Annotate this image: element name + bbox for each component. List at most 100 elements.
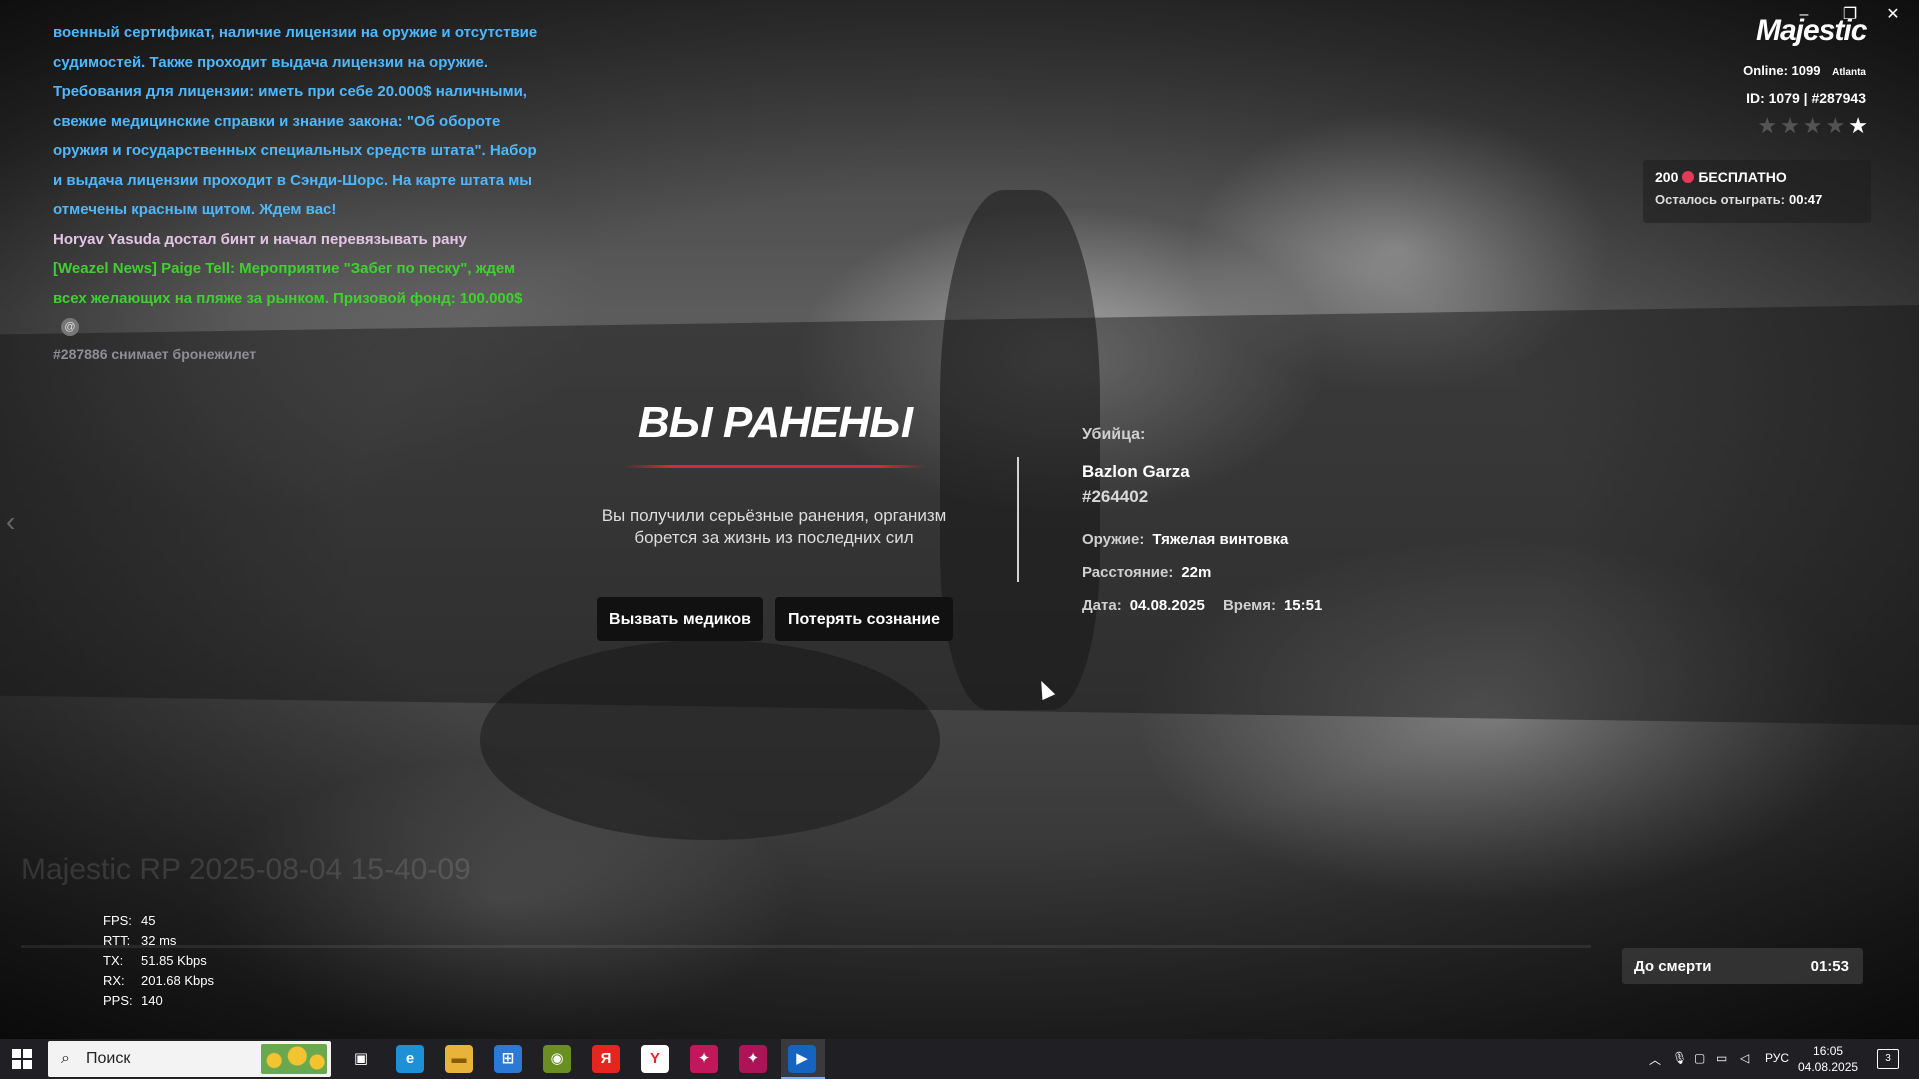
chat-line: свежие медицинские справки и знание зако… <box>53 112 501 130</box>
killer-label: Убийца: <box>1082 426 1146 443</box>
stat-key: PPS: <box>103 993 133 1008</box>
killer-name: Bazlon Garza <box>1082 462 1190 481</box>
taskbar-clock[interactable]: 16:05 04.08.2025 <box>1798 1043 1858 1075</box>
taskbar-launcher-icon[interactable]: ▶ <box>788 1045 816 1073</box>
online-label: Online: <box>1743 63 1788 78</box>
killer-weapon: Оружие: Тяжелая винтовка <box>1082 531 1288 548</box>
volume-icon[interactable]: ◁ <box>1740 1051 1749 1065</box>
chat-line: Horyav Yasuda достал бинт и начал перевя… <box>53 230 467 248</box>
stat-value: 51.85 Kbps <box>141 953 207 968</box>
chat-log: военный сертификат, наличие лицензии на … <box>53 18 538 313</box>
chat-line: и выдача лицензии проходит в Сэнди-Шорс.… <box>53 171 533 189</box>
online-value: 1099 <box>1791 63 1821 78</box>
chat-input-icon[interactable]: @ <box>61 318 79 336</box>
panel-divider <box>1017 457 1019 582</box>
close-button[interactable]: ✕ <box>1873 0 1913 30</box>
stat-row: RX: 201.68 Kbps <box>103 971 214 991</box>
stat-key: FPS: <box>103 913 132 928</box>
taskbar-edge-icon[interactable]: e <box>396 1045 424 1073</box>
time-label: Время: <box>1222 597 1276 614</box>
majestic-logo: Majestic <box>1756 14 1867 47</box>
tray-chevron-icon[interactable]: ︿ <box>1649 1051 1661 1068</box>
lose-consciousness-button[interactable]: Потерять сознание <box>775 597 953 641</box>
date-value: 04.08.2025 <box>1129 597 1205 614</box>
stat-row: PPS: 140 <box>103 991 214 1011</box>
windows-start-icon[interactable] <box>12 1049 32 1069</box>
search-placeholder: Поиск <box>86 1050 131 1067</box>
stat-key: TX: <box>103 953 124 968</box>
date-label: Дата: <box>1082 597 1122 614</box>
recording-name: Majestic RP 2025-08-04 15-40-09 <box>21 853 471 886</box>
taskbar-store-icon[interactable]: ⊞ <box>494 1045 522 1073</box>
stat-row: TX: 51.85 Kbps <box>103 951 214 971</box>
stat-key: RTT: <box>103 933 131 948</box>
wanted-star-icon: ★ <box>1780 113 1803 138</box>
promo-panel: 200 БЕСПЛАТНО Осталось отыграть: 00:47 <box>1643 160 1871 223</box>
taskbar-yandex-browser-icon[interactable]: Y <box>641 1045 669 1073</box>
taskbar-game-app-2-icon[interactable]: ✦ <box>739 1045 767 1073</box>
promo-remaining-label: Осталось отыграть: <box>1655 192 1785 207</box>
stat-value: 201.68 Kbps <box>141 973 215 988</box>
promo-remaining: Осталось отыграть: 00:47 <box>1655 192 1822 207</box>
wanted-star-icon: ★ <box>1848 113 1871 138</box>
windows-taskbar: ⌕ Поиск ▣ e ▬ ⊞ ◉ Я Y ✦ ✦ ▶ ︿ 🎙 ▢ ▭ ◁ РУС 16:05 0… <box>0 1039 1919 1079</box>
injury-title: ВЫ РАНЕНЫ <box>637 398 913 447</box>
injury-description: Вы получили серьёзные ранения, организм … <box>601 506 947 547</box>
taskbar-game-app-1-icon[interactable]: ✦ <box>690 1045 718 1073</box>
server-online: Online: 1099 Atlanta <box>1743 63 1866 78</box>
taskbar-yandex-icon[interactable]: Я <box>592 1045 620 1073</box>
search-icon: ⌕ <box>61 1050 70 1067</box>
killer-id: #264402 <box>1082 487 1149 506</box>
wanted-star-icon: ★ <box>1757 113 1781 138</box>
chat-line-gray: #287886 снимает бронежилет <box>53 346 257 362</box>
taskbar-task-view-icon[interactable]: ▣ <box>347 1045 375 1073</box>
recording-progress[interactable] <box>21 945 1591 948</box>
network-stats: FPS: 45 RTT: 32 ms TX: 51.85 Kbps RX: 201.68 Kb… <box>103 911 214 1011</box>
meet-icon[interactable]: ▢ <box>1694 1051 1705 1065</box>
kill-datetime: Дата: 04.08.2025 Время: 15:51 <box>1082 597 1322 614</box>
taskbar-app-green-icon[interactable]: ◉ <box>543 1045 571 1073</box>
chat-line: военный сертификат, наличие лицензии на … <box>53 24 538 41</box>
promo-amount: 200 <box>1655 169 1679 185</box>
stat-value: 32 ms <box>141 933 177 948</box>
stat-value: 45 <box>141 913 156 928</box>
weapon-label: Оружие: <box>1082 531 1145 548</box>
microphone-icon[interactable]: 🎙 <box>1672 1051 1687 1065</box>
chat-line: всех желающих на пляже за рынком. Призов… <box>53 289 523 307</box>
time-value: 15:51 <box>1283 597 1323 614</box>
chat-line: Требования для лицензии: иметь при себе … <box>53 83 527 100</box>
wanted-star-icon: ★ <box>1825 113 1849 138</box>
chat-line: [Weazel News] Paige Tell: Мероприятие "З… <box>53 260 516 277</box>
killer-distance: Расстояние: 22m <box>1082 564 1211 581</box>
clock-date: 04.08.2025 <box>1798 1060 1859 1074</box>
wanted-star-icon: ★ <box>1802 113 1826 138</box>
stat-value: 140 <box>141 993 163 1008</box>
chat-line: судимостей. Также проходит выдача лиценз… <box>53 53 489 71</box>
promo-remaining-value: 00:47 <box>1789 192 1823 207</box>
player-id: ID: 1079 | #287943 <box>1746 90 1866 106</box>
chat-line: оружия и государственных специальных сре… <box>53 142 537 159</box>
distance-label: Расстояние: <box>1082 564 1174 581</box>
chat-line: отмечены красным щитом. Ждем вас! <box>53 201 337 218</box>
wanted-stars: ★★★★★ <box>1757 113 1871 139</box>
death-timer-label: До смерти <box>1634 958 1712 975</box>
search-highlight-image <box>261 1044 327 1074</box>
call-medics-button[interactable]: Вызвать медиков <box>597 597 763 641</box>
promo-title: 200 БЕСПЛАТНО <box>1655 169 1787 185</box>
title-underline <box>624 465 926 468</box>
server-name: Atlanta <box>1832 67 1866 78</box>
network-icon[interactable]: ▭ <box>1716 1051 1727 1065</box>
stat-row: RTT: 32 ms <box>103 931 214 951</box>
language-indicator[interactable]: РУС <box>1765 1051 1789 1065</box>
death-timer-value: 01:53 <box>1810 958 1849 975</box>
distance-value: 22m <box>1181 564 1212 581</box>
stat-key: RX: <box>103 973 125 988</box>
taskbar-file-explorer-icon[interactable]: ▬ <box>445 1045 473 1073</box>
stat-row: FPS: 45 <box>103 911 214 931</box>
taskbar-search[interactable]: ⌕ Поиск <box>48 1041 331 1077</box>
promo-label: БЕСПЛАТНО <box>1698 169 1787 185</box>
clock-time: 16:05 <box>1813 1044 1844 1058</box>
chevron-left-icon: ‹ <box>6 506 16 537</box>
death-timer: До смерти 01:53 <box>1622 948 1863 984</box>
notifications-icon[interactable]: 3 <box>1877 1049 1899 1069</box>
